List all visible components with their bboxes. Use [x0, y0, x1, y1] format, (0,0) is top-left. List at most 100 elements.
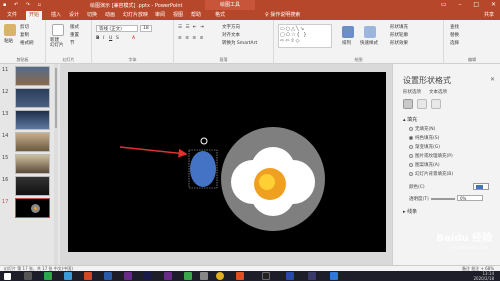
font-color-button[interactable]: A	[132, 36, 135, 41]
thumbnail-row[interactable]: 13	[0, 110, 58, 131]
tab-slideshow[interactable]: 幻灯片放映	[120, 11, 151, 20]
shape-options-tab[interactable]: 形状选项	[403, 89, 421, 95]
font-size-select[interactable]: 18	[140, 25, 152, 32]
shape-outline-button[interactable]: 形状轮廓	[390, 32, 408, 38]
tab-file[interactable]: 文件	[4, 11, 20, 20]
effects-icon[interactable]	[417, 99, 427, 109]
thumbnail-row[interactable]: 17	[0, 198, 58, 219]
line-section-header[interactable]: ▸ 线条	[403, 208, 417, 215]
tab-format[interactable]: 格式	[212, 11, 228, 20]
section-button[interactable]: 节	[70, 40, 75, 46]
font-name-select[interactable]: 等线 (正文)	[96, 25, 138, 32]
app-icon-2[interactable]	[184, 272, 192, 280]
shapes-gallery[interactable]: ▭○△╲↘ ▢⬠☆{ } ⇨⇦⇧◇	[278, 24, 332, 48]
text-direction-button[interactable]: 文字方向	[222, 24, 240, 30]
fill-line-icon[interactable]	[403, 99, 413, 109]
align-text-button[interactable]: 对齐文本	[222, 32, 240, 38]
slide-thumbnail[interactable]	[15, 132, 50, 152]
thumbnail-row[interactable]: 11	[0, 66, 58, 87]
size-properties-icon[interactable]	[431, 99, 441, 109]
media-encoder-icon[interactable]	[144, 272, 152, 280]
search-icon[interactable]	[24, 272, 32, 280]
wechat-icon[interactable]	[44, 272, 52, 280]
bold-button[interactable]: B	[96, 36, 99, 41]
tab-home[interactable]: 开始	[26, 11, 43, 20]
slide-thumbnail-selected[interactable]	[15, 198, 50, 218]
shadow-button[interactable]: S	[116, 36, 119, 41]
thumbnail-row[interactable]: 14	[0, 132, 58, 153]
text-options-tab[interactable]: 文本选项	[429, 89, 447, 95]
new-slide-icon[interactable]	[52, 24, 64, 36]
transparency-input[interactable]: 0%	[457, 195, 483, 201]
new-slide-button[interactable]: 新建 幻灯片	[50, 38, 64, 48]
quick-styles-button[interactable]: 快速样式	[360, 40, 378, 46]
slide-thumbnail[interactable]	[15, 110, 50, 130]
shape-fill-button[interactable]: 形状填充	[390, 24, 408, 30]
share-button[interactable]: 共享	[484, 11, 494, 20]
tab-insert[interactable]: 插入	[48, 11, 64, 20]
transparency-slider[interactable]	[431, 198, 455, 200]
premiere-icon[interactable]	[124, 272, 132, 280]
replace-button[interactable]: 替换	[450, 32, 459, 38]
minimize-icon[interactable]: –	[458, 1, 461, 8]
tab-view[interactable]: 视图	[170, 11, 186, 20]
smartart-button[interactable]: 转换为 SmartArt	[222, 40, 257, 46]
copy-button[interactable]: 复制	[20, 32, 29, 38]
app-icon-6[interactable]	[330, 272, 338, 280]
arrange-button[interactable]: 排列	[342, 40, 351, 46]
tab-animations[interactable]: 动画	[102, 11, 118, 20]
tell-me-search[interactable]: ♀ 操作说明搜索	[265, 11, 300, 20]
word-icon[interactable]	[104, 272, 112, 280]
selected-oval-shape[interactable]	[190, 151, 216, 187]
fill-color-picker[interactable]	[473, 183, 489, 190]
quick-styles-icon[interactable]	[364, 26, 376, 38]
thumbnail-row[interactable]: 16	[0, 176, 58, 197]
slide-canvas[interactable]	[68, 72, 386, 252]
app-icon[interactable]	[64, 272, 72, 280]
photoshop-icon[interactable]	[286, 272, 294, 280]
solid-fill-radio[interactable]: 纯色填充(S)	[409, 135, 439, 141]
paste-icon[interactable]	[4, 24, 16, 36]
reset-button[interactable]: 重置	[70, 32, 79, 38]
start-icon[interactable]	[4, 273, 11, 280]
close-icon[interactable]: ✕	[491, 1, 496, 8]
tab-transitions[interactable]: 切换	[84, 11, 100, 20]
app-icon-5[interactable]	[308, 272, 316, 280]
find-button[interactable]: 查找	[450, 24, 459, 30]
slide-background-fill-radio[interactable]: 幻灯片背景填充(B)	[409, 171, 453, 177]
rotate-handle-icon[interactable]	[200, 137, 208, 145]
premiere-icon-2[interactable]	[164, 272, 172, 280]
maximize-icon[interactable]: □	[473, 1, 479, 8]
app-icon-4[interactable]	[236, 272, 244, 280]
system-clock[interactable]: 13:14 2020/2/18	[473, 271, 494, 281]
slide-thumbnail[interactable]	[15, 88, 50, 108]
tab-design[interactable]: 设计	[66, 11, 82, 20]
underline-button[interactable]: U	[109, 36, 112, 41]
layout-button[interactable]: 版式	[70, 24, 79, 30]
cut-button[interactable]: 剪切	[20, 24, 29, 30]
pattern-fill-radio[interactable]: 图案填充(A)	[409, 162, 440, 168]
tab-help[interactable]: 帮助	[188, 11, 204, 20]
slide-thumbnail[interactable]	[15, 176, 50, 196]
thumbnail-scroll-thumb[interactable]	[55, 68, 57, 128]
thumbnail-row[interactable]: 15	[0, 154, 58, 175]
quick-access-toolbar[interactable]: ▪ ↶ ↷ ▫	[3, 2, 44, 8]
list-buttons[interactable]: ☰ ☰ ⇤ ⇥	[178, 25, 205, 30]
slide-thumbnail[interactable]	[15, 154, 50, 174]
align-buttons[interactable]: ≡ ≡ ≡ ≡	[178, 36, 204, 41]
tab-review[interactable]: 审阅	[152, 11, 168, 20]
app-icon-3[interactable]	[200, 272, 208, 280]
shape-effects-button[interactable]: 形状效果	[390, 40, 408, 46]
picture-fill-radio[interactable]: 图片或纹理填充(P)	[409, 153, 453, 159]
thumbnail-row[interactable]: 12	[0, 88, 58, 109]
arrange-icon[interactable]	[342, 26, 354, 38]
chrome-icon[interactable]	[216, 272, 224, 280]
gradient-fill-radio[interactable]: 渐变填充(G)	[409, 144, 440, 150]
no-fill-radio[interactable]: 无填充(N)	[409, 126, 435, 132]
slide-thumbnail[interactable]	[15, 66, 50, 86]
fill-section-header[interactable]: ▴ 填充	[403, 116, 417, 123]
paste-button[interactable]: 粘贴	[4, 38, 13, 44]
ribbon-options-icon[interactable]: ▭	[441, 1, 447, 8]
italic-button[interactable]: I	[103, 36, 104, 41]
format-painter-button[interactable]: 格式刷	[20, 40, 34, 46]
